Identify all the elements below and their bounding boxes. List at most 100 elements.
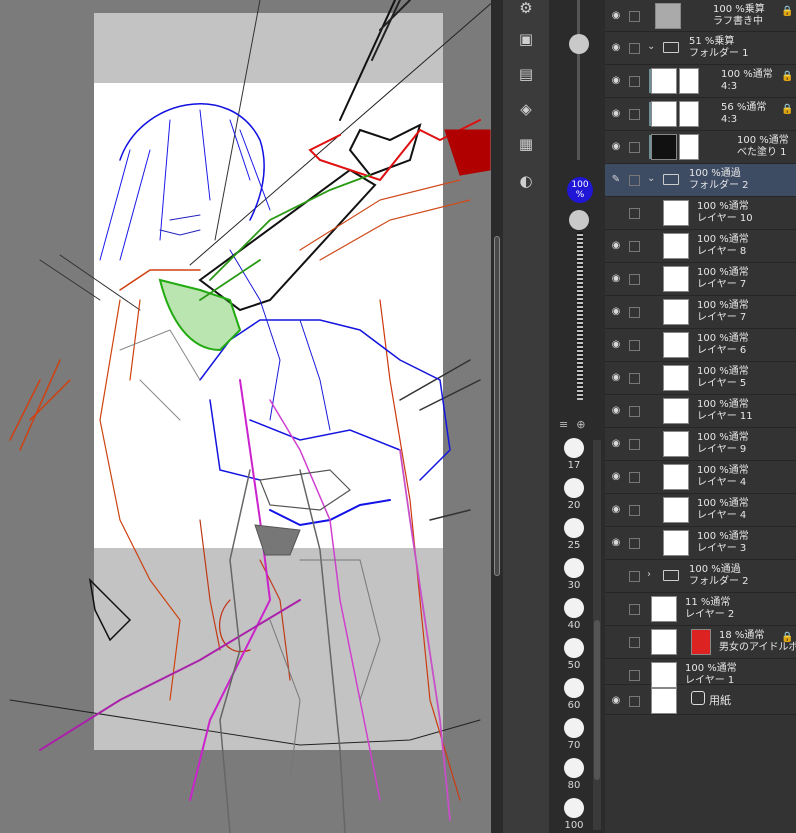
layer-lock-toggle[interactable] bbox=[629, 505, 640, 516]
layer-lock-toggle[interactable] bbox=[629, 439, 640, 450]
eye-icon[interactable]: ◉ bbox=[609, 504, 623, 516]
layer-row[interactable]: 100 %通常 レイヤー 10 bbox=[605, 197, 796, 230]
layer-row[interactable]: ◉ 用紙 bbox=[605, 685, 796, 715]
layer-lock-toggle[interactable] bbox=[629, 241, 640, 252]
brush-size-item[interactable]: 60 bbox=[559, 678, 589, 711]
layer-row[interactable]: ◉ 100 %通常 レイヤー 3 bbox=[605, 527, 796, 560]
layer-row[interactable]: 100 %通常 レイヤー 1 bbox=[605, 659, 796, 688]
brush-size-scrollbar[interactable] bbox=[593, 440, 601, 830]
layer-lock-toggle[interactable] bbox=[629, 637, 640, 648]
brush-size-item[interactable]: 80 bbox=[559, 758, 589, 791]
layer-row[interactable]: ◉ 100 %通常 レイヤー 7 bbox=[605, 296, 796, 329]
eye-icon[interactable]: ◉ bbox=[609, 141, 623, 153]
layer-name: レイヤー 11 bbox=[697, 411, 753, 422]
layer-lock-toggle[interactable] bbox=[629, 340, 640, 351]
layer-row[interactable]: ◉ 100 %通常 べた塗り 1 bbox=[605, 131, 796, 164]
eye-icon[interactable]: ◉ bbox=[609, 471, 623, 483]
brush-size-item[interactable]: 25 bbox=[559, 518, 589, 551]
brush-size-item[interactable]: 20 bbox=[559, 478, 589, 511]
layer-lock-toggle[interactable] bbox=[629, 11, 640, 22]
eye-icon[interactable]: ◉ bbox=[609, 438, 623, 450]
layer-lock-toggle[interactable] bbox=[629, 76, 640, 87]
canvas-area[interactable] bbox=[0, 0, 491, 833]
layer-stack-icon[interactable]: ◈ bbox=[513, 98, 539, 120]
layer-lock-toggle[interactable] bbox=[629, 109, 640, 120]
brush-size-item[interactable]: 50 bbox=[559, 638, 589, 671]
brush-size-item[interactable]: 70 bbox=[559, 718, 589, 751]
brush-size-item[interactable]: 17 bbox=[559, 438, 589, 471]
layer-blend-mode: 11 %通常 bbox=[685, 597, 731, 608]
animation-timeline-icon[interactable]: ▣ bbox=[513, 28, 539, 50]
chevron-down-icon[interactable]: ⌄ bbox=[647, 41, 655, 52]
layer-lock-toggle[interactable] bbox=[629, 538, 640, 549]
hidden-eye-icon[interactable]: ✎ bbox=[609, 174, 623, 186]
layer-lock-toggle[interactable] bbox=[629, 604, 640, 615]
brush-size-item[interactable]: 100 bbox=[559, 798, 589, 831]
eye-icon[interactable]: ◉ bbox=[609, 405, 623, 417]
navigator-icon[interactable]: ▤ bbox=[513, 63, 539, 85]
eye-icon[interactable]: ◉ bbox=[609, 108, 623, 120]
eye-icon[interactable]: ◉ bbox=[609, 75, 623, 87]
canvas-scrollbar-thumb[interactable] bbox=[494, 236, 500, 576]
brush-size-item[interactable]: 40 bbox=[559, 598, 589, 631]
hidden-eye-icon[interactable] bbox=[609, 636, 623, 648]
layer-folder-row[interactable]: ◉ ⌄ 51 %乗算 フォルダー 1 bbox=[605, 32, 796, 65]
menu-icon[interactable]: ≡ bbox=[559, 418, 568, 436]
layer-lock-toggle[interactable] bbox=[629, 274, 640, 285]
brush-size-item[interactable]: 30 bbox=[559, 558, 589, 591]
layer-lock-toggle[interactable] bbox=[629, 175, 640, 186]
film-icon[interactable]: ▦ bbox=[513, 133, 539, 155]
layer-folder-row[interactable]: ✎ ⌄ 100 %通過 フォルダー 2 bbox=[605, 164, 796, 197]
eye-icon[interactable]: ◉ bbox=[609, 240, 623, 252]
eye-icon[interactable]: ◉ bbox=[609, 339, 623, 351]
layer-row[interactable]: ◉ 🔒 100 %通常 4:3 bbox=[605, 65, 796, 98]
layer-row[interactable]: ◉ 100 %通常 レイヤー 11 bbox=[605, 395, 796, 428]
layer-row[interactable]: ◉ 100 %通常 レイヤー 4 bbox=[605, 461, 796, 494]
layer-row[interactable]: 🔒18 %通常男女のアイドルポーズ bbox=[605, 626, 796, 659]
layer-row[interactable]: ◉ 100 %通常 レイヤー 6 bbox=[605, 329, 796, 362]
image-material-icon[interactable]: ◐ bbox=[513, 170, 539, 192]
layer-row[interactable]: ◉ 100 %通常 レイヤー 8 bbox=[605, 230, 796, 263]
layer-row[interactable]: ◉ 100 %通常 レイヤー 4 bbox=[605, 494, 796, 527]
layer-lock-toggle[interactable] bbox=[629, 472, 640, 483]
hidden-eye-icon[interactable] bbox=[609, 570, 623, 582]
eye-icon[interactable]: ◉ bbox=[609, 10, 623, 22]
layer-lock-toggle[interactable] bbox=[629, 208, 640, 219]
layer-lock-toggle[interactable] bbox=[629, 43, 640, 54]
eye-icon[interactable]: ◉ bbox=[609, 537, 623, 549]
eye-icon[interactable]: ◉ bbox=[609, 42, 623, 54]
layer-lock-toggle[interactable] bbox=[629, 406, 640, 417]
link-icon[interactable]: ⊕ bbox=[576, 418, 585, 436]
layer-row[interactable]: 11 %通常 レイヤー 2 bbox=[605, 593, 796, 626]
opacity-gradient[interactable] bbox=[577, 232, 583, 400]
layer-lock-toggle[interactable] bbox=[629, 670, 640, 681]
canvas-scrollbar[interactable] bbox=[491, 0, 503, 833]
layer-lock-toggle[interactable] bbox=[629, 142, 640, 153]
reference-icon bbox=[691, 629, 711, 655]
layer-row[interactable]: ◉ 100 %通常 レイヤー 5 bbox=[605, 362, 796, 395]
hidden-eye-icon[interactable] bbox=[609, 207, 623, 219]
eye-icon[interactable]: ◉ bbox=[609, 372, 623, 384]
eye-icon[interactable]: ◉ bbox=[609, 695, 623, 707]
eye-icon[interactable]: ◉ bbox=[609, 306, 623, 318]
sketch-drawing[interactable] bbox=[0, 0, 491, 833]
layer-lock-toggle[interactable] bbox=[629, 307, 640, 318]
layer-lock-toggle[interactable] bbox=[629, 571, 640, 582]
hidden-eye-icon[interactable] bbox=[609, 603, 623, 615]
layer-lock-toggle[interactable] bbox=[629, 373, 640, 384]
layer-search-icon[interactable]: ⚙ bbox=[513, 0, 539, 19]
hidden-eye-icon[interactable] bbox=[609, 669, 623, 681]
size-slider-knob[interactable] bbox=[569, 34, 589, 54]
layer-lock-toggle[interactable] bbox=[629, 696, 640, 707]
chevron-right-icon[interactable]: › bbox=[647, 569, 651, 580]
layer-row[interactable]: ◉ 100 %通常 レイヤー 9 bbox=[605, 428, 796, 461]
layer-row[interactable]: ◉ 🔒 56 %通常 4:3 bbox=[605, 98, 796, 131]
chevron-down-icon[interactable]: ⌄ bbox=[647, 173, 655, 184]
layer-row[interactable]: ◉ 100 %通常 レイヤー 7 bbox=[605, 263, 796, 296]
opacity-slider-knob[interactable] bbox=[569, 210, 589, 230]
layer-folder-row[interactable]: › 100 %通過 フォルダー 2 bbox=[605, 560, 796, 593]
layer-row[interactable]: ◉ 🔒 100 %乗算 ラフ書き中 bbox=[605, 0, 796, 32]
eye-icon[interactable]: ◉ bbox=[609, 273, 623, 285]
folder-icon bbox=[663, 570, 679, 581]
size-slider-track[interactable] bbox=[577, 0, 580, 160]
